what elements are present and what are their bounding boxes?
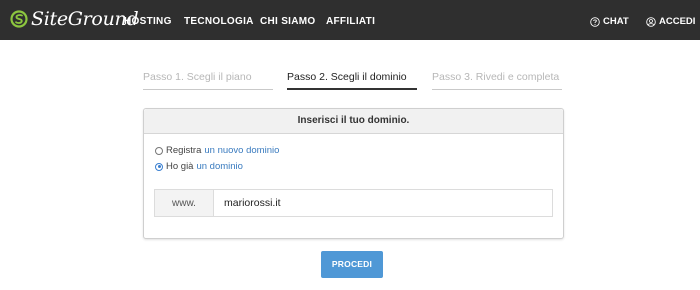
logo-wordmark: SiteGround bbox=[31, 8, 139, 30]
domain-input[interactable] bbox=[214, 190, 552, 216]
step-1[interactable]: Passo 1. Scegli il piano bbox=[143, 71, 273, 90]
option-existing-text: Ho già bbox=[166, 161, 194, 172]
option-register-link[interactable]: un nuovo dominio bbox=[204, 145, 279, 156]
option-register-text: Registra bbox=[166, 145, 202, 156]
radio-existing[interactable] bbox=[155, 162, 163, 171]
radio-register[interactable] bbox=[155, 146, 163, 155]
domain-prefix: www. bbox=[155, 190, 214, 216]
option-register-domain[interactable]: Registra un nuovo dominio bbox=[155, 145, 279, 156]
logo-mark-icon bbox=[10, 10, 28, 28]
siteground-logo[interactable]: SiteGround bbox=[10, 8, 139, 30]
chat-label: CHAT bbox=[603, 16, 629, 27]
step-3: Passo 3. Rivedi e completa bbox=[432, 71, 562, 90]
domain-card: Inserisci il tuo dominio. Registra un nu… bbox=[143, 108, 564, 239]
domain-input-group: www. bbox=[154, 189, 553, 217]
help-circle-icon bbox=[590, 16, 600, 27]
option-existing-link[interactable]: un dominio bbox=[196, 161, 242, 172]
nav-hosting[interactable]: HOSTING bbox=[124, 16, 172, 27]
procedi-button[interactable]: PROCEDI bbox=[321, 251, 383, 278]
step-2: Passo 2. Scegli il dominio bbox=[287, 71, 417, 90]
nav-affiliati[interactable]: AFFILIATI bbox=[326, 16, 375, 27]
chat-link[interactable]: CHAT bbox=[590, 16, 629, 27]
user-icon bbox=[646, 16, 656, 27]
nav-chi-siamo[interactable]: CHI SIAMO bbox=[260, 16, 315, 27]
nav-tecnologia[interactable]: TECNOLOGIA bbox=[184, 16, 254, 27]
option-existing-domain[interactable]: Ho già un dominio bbox=[155, 161, 243, 172]
card-title: Inserisci il tuo dominio. bbox=[144, 109, 563, 134]
login-label: ACCEDI bbox=[659, 16, 696, 27]
login-link[interactable]: ACCEDI bbox=[646, 16, 695, 27]
top-navbar: SiteGround HOSTING TECNOLOGIA CHI SIAMO … bbox=[0, 0, 700, 40]
